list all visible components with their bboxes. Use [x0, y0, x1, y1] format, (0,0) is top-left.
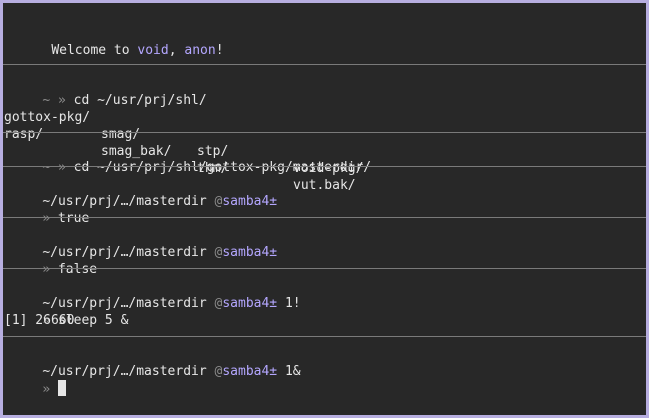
- command-text: false: [57, 262, 98, 277]
- ls-entry: rasp/: [4, 127, 44, 142]
- prompt-branch: samba4±: [222, 296, 278, 311]
- prompt-arrow: »: [42, 382, 51, 397]
- job-status: 1&: [284, 364, 301, 379]
- prompt-branch: samba4±: [222, 194, 278, 209]
- prompt-branch: samba4±: [222, 245, 278, 260]
- prompt-branch: samba4±: [222, 364, 278, 379]
- exit-status: 1!: [284, 296, 301, 311]
- prompt-arrow: »: [57, 160, 66, 175]
- command-line: ~ » cd ~/usr/prj/shl/: [11, 75, 206, 108]
- terminal-window[interactable]: Welcome to void, anon! ~ » cd ~/usr/prj/…: [3, 3, 646, 415]
- text-cursor[interactable]: [57, 380, 66, 396]
- prompt-cwd: ~/usr/prj/…/masterdir: [42, 364, 207, 379]
- prompt-tilde: ~: [42, 160, 51, 175]
- ls-entry: vut.bak/: [293, 178, 356, 193]
- welcome-message: Welcome to void, anon!: [20, 25, 223, 58]
- prompt-line: ~/usr/prj/…/masterdir @samba4±: [11, 176, 277, 209]
- welcome-sep: ,: [168, 43, 185, 58]
- input-line[interactable]: »: [11, 363, 66, 397]
- separator: [3, 64, 646, 65]
- welcome-prefix: Welcome to: [51, 43, 138, 58]
- prompt-line: ~/usr/prj/…/masterdir @samba4±: [11, 227, 277, 260]
- welcome-suffix: !: [215, 43, 224, 58]
- welcome-host: void: [137, 43, 169, 58]
- welcome-user: anon: [184, 43, 216, 58]
- ls-output-row: rasp/ smag_bak/ thm/ vut.bak/: [4, 109, 644, 193]
- command-line: » true: [11, 193, 89, 226]
- separator: [3, 217, 646, 218]
- command-line: » false: [11, 244, 97, 277]
- command-line: ~ » cd ~/usr/prj/shl/gottox-pkg/masterdi…: [11, 142, 371, 175]
- prompt-arrow: »: [42, 211, 51, 226]
- separator: [3, 268, 646, 269]
- prompt-line: ~/usr/prj/…/masterdir @samba4± 1!: [11, 278, 300, 311]
- separator: [3, 132, 646, 133]
- command-line: » sleep 5 &: [11, 295, 128, 328]
- separator: [3, 166, 646, 167]
- job-output: [1] 26660: [4, 313, 75, 328]
- command-text: true: [57, 211, 90, 226]
- ls-output-row: gottox-pkg/ smag/ stp/ void-pkg/: [4, 92, 644, 176]
- prompt-arrow: »: [42, 262, 51, 277]
- command-text: cd ~/usr/prj/shl/gottox-pkg/masterdir/: [73, 160, 372, 175]
- prompt-line: ~/usr/prj/…/masterdir @samba4± 1&: [11, 346, 300, 379]
- ls-entry: smag/: [101, 127, 141, 142]
- separator: [3, 336, 646, 337]
